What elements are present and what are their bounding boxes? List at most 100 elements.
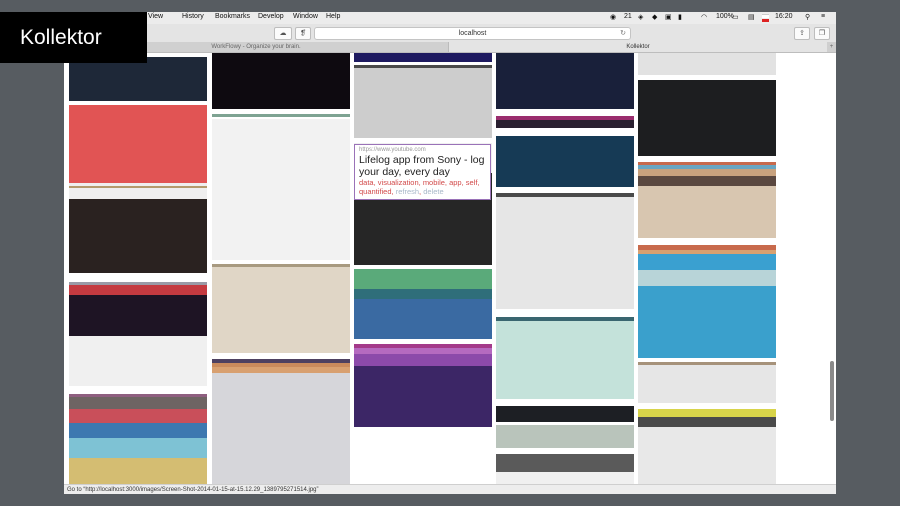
tile-color-band <box>638 286 776 358</box>
share-icon[interactable]: ⇪ <box>794 27 810 40</box>
clipboard-icon[interactable]: ▣ <box>665 13 672 21</box>
new-tab-icon[interactable]: + <box>827 42 836 52</box>
image-tile[interactable] <box>354 53 492 62</box>
menu-view[interactable]: View <box>148 13 163 20</box>
tile-color-band <box>638 169 776 176</box>
delete-link[interactable]: delete <box>423 187 443 196</box>
tile-color-band <box>638 80 776 156</box>
image-tile[interactable] <box>69 183 207 199</box>
image-tile[interactable] <box>638 162 776 238</box>
extension-icon[interactable]: ❡ <box>295 27 311 40</box>
image-tile[interactable] <box>69 386 207 394</box>
wifi-icon[interactable]: ◠ <box>701 13 707 21</box>
image-tile[interactable] <box>496 136 634 187</box>
tile-color-band <box>69 423 207 438</box>
tile-color-band <box>496 53 634 109</box>
tile-color-band <box>496 406 634 422</box>
list-icon[interactable]: ≡ <box>821 13 825 20</box>
clock[interactable]: 16:20 <box>775 13 793 20</box>
image-tile[interactable] <box>69 394 207 484</box>
tile-color-band <box>496 197 634 309</box>
tag-link[interactable]: data <box>359 178 374 187</box>
card-tags: data, visualization, mobile, app, self, … <box>359 178 480 196</box>
tag-link[interactable]: quantified <box>359 187 392 196</box>
image-tile[interactable] <box>638 409 776 484</box>
image-tile[interactable] <box>354 269 492 339</box>
image-tile[interactable] <box>496 116 634 128</box>
image-tile[interactable] <box>69 273 207 282</box>
icloud-tabs-icon[interactable]: ☁ <box>274 27 292 40</box>
image-tile[interactable] <box>212 111 350 119</box>
keyboard-icon[interactable]: ▤ <box>748 13 755 21</box>
tile-color-band <box>638 409 776 417</box>
tag-link[interactable]: app <box>449 178 462 187</box>
tile-color-band <box>69 199 207 273</box>
image-tile[interactable] <box>212 264 350 353</box>
tile-color-band <box>638 365 776 403</box>
tile-color-band <box>69 336 207 386</box>
image-tile[interactable] <box>496 193 634 309</box>
image-tile[interactable] <box>496 128 634 136</box>
image-tile[interactable] <box>212 373 350 484</box>
tile-color-band <box>69 188 207 199</box>
browser-window: View History Bookmarks Develop Window He… <box>64 12 836 494</box>
image-tile[interactable] <box>69 336 207 386</box>
record-icon[interactable]: ◉ <box>610 13 616 21</box>
tag-link[interactable]: mobile <box>423 178 445 187</box>
tile-color-band <box>354 354 492 366</box>
tile-color-band <box>638 270 776 286</box>
search-icon[interactable]: ⚲ <box>805 13 810 21</box>
image-tile[interactable] <box>638 238 776 245</box>
image-tile[interactable] <box>638 362 776 403</box>
image-tile[interactable] <box>496 309 634 317</box>
tag-link[interactable]: visualization <box>378 178 419 187</box>
tag-link[interactable]: self <box>466 178 478 187</box>
scrollbar-thumb[interactable] <box>830 361 834 421</box>
image-tile[interactable] <box>638 80 776 156</box>
tile-color-band <box>638 186 776 238</box>
tabs-overview-icon[interactable]: ❐ <box>814 27 830 40</box>
image-tile[interactable] <box>212 53 350 111</box>
dropbox-icon[interactable]: ◆ <box>652 13 657 21</box>
image-tile[interactable] <box>496 53 634 111</box>
trash-icon[interactable]: ▮ <box>678 13 682 21</box>
tab-bar: WorkFlowy - Organize your brain. Kollekt… <box>64 42 836 53</box>
tile-color-band <box>212 53 350 109</box>
menu-window[interactable]: Window <box>293 13 318 20</box>
menu-bookmarks[interactable]: Bookmarks <box>215 13 250 20</box>
tile-color-band <box>69 57 207 101</box>
language-flag-icon[interactable] <box>762 13 769 22</box>
image-tile[interactable] <box>69 199 207 273</box>
tile-color-band <box>69 285 207 295</box>
image-tile[interactable] <box>212 119 350 260</box>
battery-icon[interactable]: ▭ <box>732 13 739 21</box>
tab-kollektor[interactable]: Kollektor <box>449 42 827 52</box>
image-tile[interactable] <box>69 282 207 336</box>
image-tile[interactable] <box>496 454 634 484</box>
menu-history[interactable]: History <box>182 13 204 20</box>
image-tile[interactable] <box>354 344 492 427</box>
reload-icon[interactable]: ↻ <box>620 28 626 39</box>
tile-color-band <box>496 425 634 448</box>
image-tile[interactable] <box>496 399 634 406</box>
shield-icon[interactable]: ◈ <box>638 13 643 21</box>
menu-help[interactable]: Help <box>326 13 340 20</box>
image-tile[interactable] <box>638 245 776 358</box>
image-tile[interactable] <box>354 68 492 138</box>
image-tile[interactable] <box>638 53 776 75</box>
image-tile[interactable] <box>496 406 634 448</box>
tile-color-band <box>638 254 776 270</box>
tile-color-band <box>638 417 776 427</box>
card-title: Lifelog app from Sony - log your day, ev… <box>359 154 485 178</box>
image-info-card[interactable]: https://www.youtube.com Lifelog app from… <box>354 144 491 200</box>
menu-develop[interactable]: Develop <box>258 13 284 20</box>
card-source-url[interactable]: https://www.youtube.com <box>359 147 486 153</box>
address-bar[interactable]: localhost ↻ <box>314 27 631 40</box>
image-tile[interactable] <box>212 359 350 373</box>
refresh-link[interactable]: refresh <box>396 187 419 196</box>
notification-count[interactable]: 21 <box>624 13 632 20</box>
tile-color-band <box>212 267 350 353</box>
image-tile[interactable] <box>69 105 207 183</box>
image-tile[interactable] <box>496 317 634 399</box>
tile-color-band <box>496 120 634 128</box>
